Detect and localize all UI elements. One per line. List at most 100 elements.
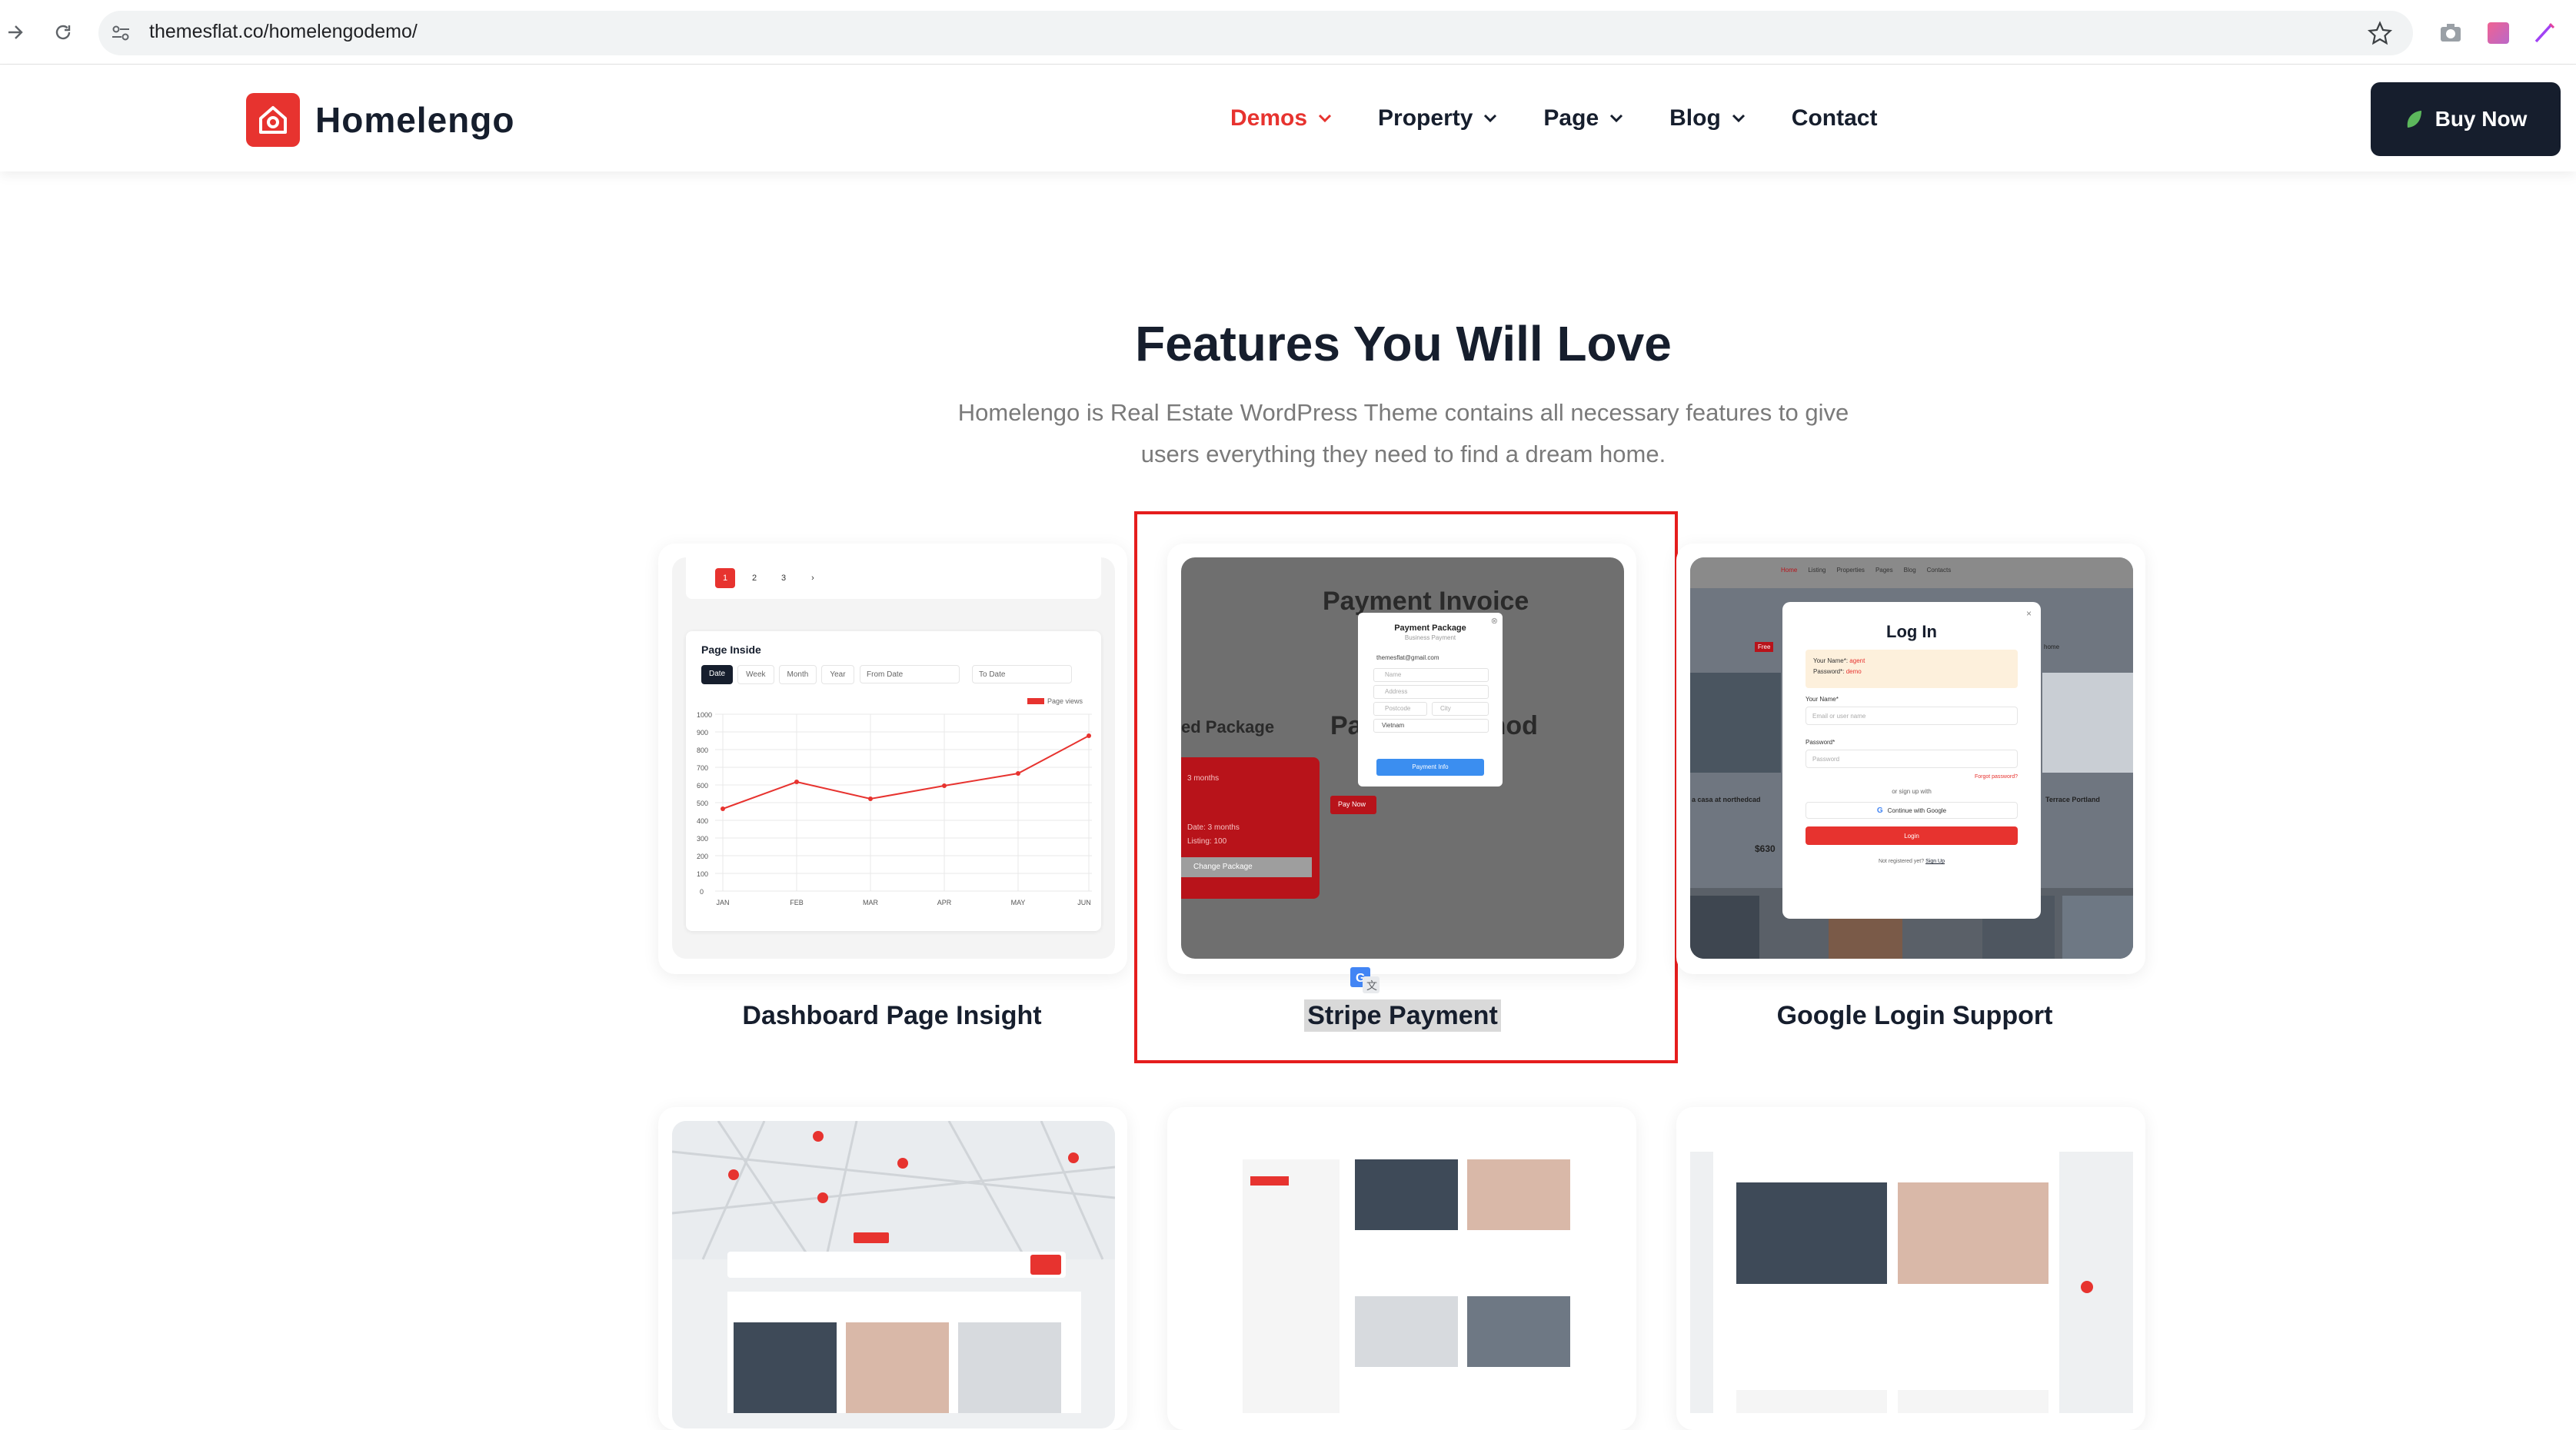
legend-swatch (1027, 698, 1044, 704)
y-tick: 900 (697, 729, 708, 737)
username-field: Email or user name (1806, 707, 2018, 725)
dashboard-screenshot: 1 2 3 › Page Inside Date Week Month Year… (672, 557, 1115, 959)
feature-label-stripe[interactable]: Stripe Payment (1157, 999, 1649, 1032)
login-modal: × Log In Your Name*: agent Password*: de… (1782, 602, 2041, 919)
password-field: Password (1806, 750, 2018, 768)
password-label: Password* (1806, 739, 1835, 746)
reload-icon[interactable] (48, 17, 78, 48)
chevron-down-icon (1484, 114, 1497, 123)
signup-link: Sign Up (1925, 859, 1945, 864)
subtitle-line-2: users everything they need to find a dre… (1140, 441, 1666, 467)
page-1: 1 (715, 568, 735, 588)
nav-contact[interactable]: Contact (1792, 105, 1878, 131)
not-registered-text: Not registered yet? (1878, 859, 1925, 864)
feature-label-stripe-text: Stripe Payment (1304, 999, 1501, 1032)
house-logo-icon (246, 93, 300, 147)
site-logo[interactable]: Homelengo (246, 93, 514, 147)
nav-property-label: Property (1378, 105, 1473, 131)
page-2: 2 (751, 574, 757, 583)
tab-year: Year (821, 665, 854, 684)
pen-extension-icon[interactable] (2531, 20, 2558, 46)
page-3: 3 (780, 574, 787, 583)
to-date-field: To Date (972, 665, 1072, 683)
listing-map-screenshot (1690, 1121, 2133, 1428)
nav-demos-label: Demos (1230, 105, 1308, 131)
login-title: Log In (1886, 622, 1937, 641)
nav-page[interactable]: Page (1543, 105, 1623, 131)
subtitle-line-1: Homelengo is Real Estate WordPress Theme… (957, 399, 1849, 426)
bg-nav: Home Listing Properties Pages Blog Conta… (1781, 567, 1951, 574)
nav-demos[interactable]: Demos (1230, 105, 1332, 131)
feature-card-google-login[interactable]: Home Listing Properties Pages Blog Conta… (1676, 544, 2145, 974)
y-tick: 100 (697, 870, 708, 878)
bg-topbar: Home Listing Properties Pages Blog Conta… (1690, 557, 2133, 588)
feature-card-listing-map[interactable] (1676, 1107, 2145, 1430)
map-illustration (672, 1121, 1115, 1415)
demo-pass-label: Password*: (1813, 668, 1845, 675)
bg-price: $630 (1755, 843, 1776, 854)
browser-toolbar: themesflat.co/homelengodemo/ (0, 0, 2576, 65)
from-date-field: From Date (860, 665, 960, 683)
bg-nav-item: Home (1781, 567, 1798, 574)
google-signin-label: Continue with Google (1887, 806, 1947, 814)
camera-icon[interactable] (2438, 20, 2464, 46)
demo-pass: demo (1845, 668, 1862, 675)
bg-nav-item: Properties (1836, 567, 1865, 574)
y-tick: 700 (697, 764, 708, 772)
y-tick: 400 (697, 817, 708, 825)
feature-card-listing-sidebar[interactable] (1167, 1107, 1636, 1430)
listing-sidebar-illustration (1243, 1159, 1570, 1413)
extension-gradient-icon[interactable] (2485, 20, 2511, 46)
tab-date: Date (701, 665, 734, 684)
listing-map-illustration (1690, 1152, 2133, 1413)
y-tick: 600 (697, 782, 708, 790)
chevron-down-icon (1318, 114, 1332, 123)
main-nav: Demos Property Page Blog Contact (1230, 105, 1923, 131)
login-screenshot: Home Listing Properties Pages Blog Conta… (1690, 557, 2133, 959)
feature-label-google-login[interactable]: Google Login Support (1669, 1001, 2161, 1031)
map-screenshot (672, 1121, 1115, 1428)
bg-tag: Free (1755, 642, 1774, 652)
site-header: Homelengo Demos Property Page Blog Conta… (0, 65, 2576, 171)
demo-credentials: Your Name*: agent Password*: demo (1806, 650, 2018, 688)
bg-caption-right: Terrace Portland (2045, 796, 2100, 803)
feature-card-map[interactable] (658, 1107, 1127, 1430)
buy-now-button[interactable]: Buy Now (2371, 82, 2561, 156)
signup-prompt: Not registered yet? Sign Up (1782, 859, 2041, 864)
feature-card-dashboard[interactable]: 1 2 3 › Page Inside Date Week Month Year… (658, 544, 1127, 974)
pagination-panel: 1 2 3 › (686, 557, 1101, 599)
x-tick: MAR (863, 899, 879, 906)
chevron-down-icon (1732, 114, 1745, 123)
legend-label: Page views (1047, 697, 1083, 705)
bookmark-star-icon[interactable] (2367, 20, 2393, 46)
y-tick: 300 (697, 835, 708, 843)
x-tick: JAN (716, 899, 729, 906)
username-label: Your Name* (1806, 696, 1839, 703)
section-subtitle: Homelengo is Real Estate WordPress Theme… (946, 392, 1861, 475)
x-tick: JUN (1077, 899, 1091, 906)
nav-page-label: Page (1543, 105, 1599, 131)
insight-panel: Page Inside Date Week Month Year From Da… (686, 631, 1101, 931)
demo-user: agent (1849, 657, 1865, 664)
chart-legend: Page views (1027, 697, 1083, 705)
tab-month: Month (778, 665, 817, 684)
address-bar[interactable]: themesflat.co/homelengodemo/ (98, 11, 2413, 55)
tab-week: Week (737, 665, 774, 684)
google-translate-icon[interactable]: G文 (1349, 966, 1381, 995)
forward-icon[interactable] (0, 17, 31, 48)
listing-sidebar-screenshot (1181, 1121, 1624, 1428)
bg-nav-item: Pages (1875, 567, 1893, 574)
nav-property[interactable]: Property (1378, 105, 1497, 131)
url-text[interactable]: themesflat.co/homelengodemo/ (149, 21, 418, 43)
demo-user-label: Your Name*: (1813, 657, 1849, 664)
page-next: › (811, 574, 814, 583)
buy-now-label: Buy Now (2435, 107, 2528, 131)
page-views-chart: 1000 900 800 700 600 500 400 300 200 100… (697, 711, 1092, 906)
feature-label-dashboard[interactable]: Dashboard Page Insight (646, 1001, 1138, 1031)
bg-nav-item: Contacts (1926, 567, 1952, 574)
leaf-icon (2407, 111, 2421, 128)
chevron-down-icon (1610, 114, 1623, 123)
nav-blog[interactable]: Blog (1669, 105, 1746, 131)
site-info-icon[interactable] (109, 22, 132, 45)
section-title: Features You Will Love (1135, 316, 1672, 371)
